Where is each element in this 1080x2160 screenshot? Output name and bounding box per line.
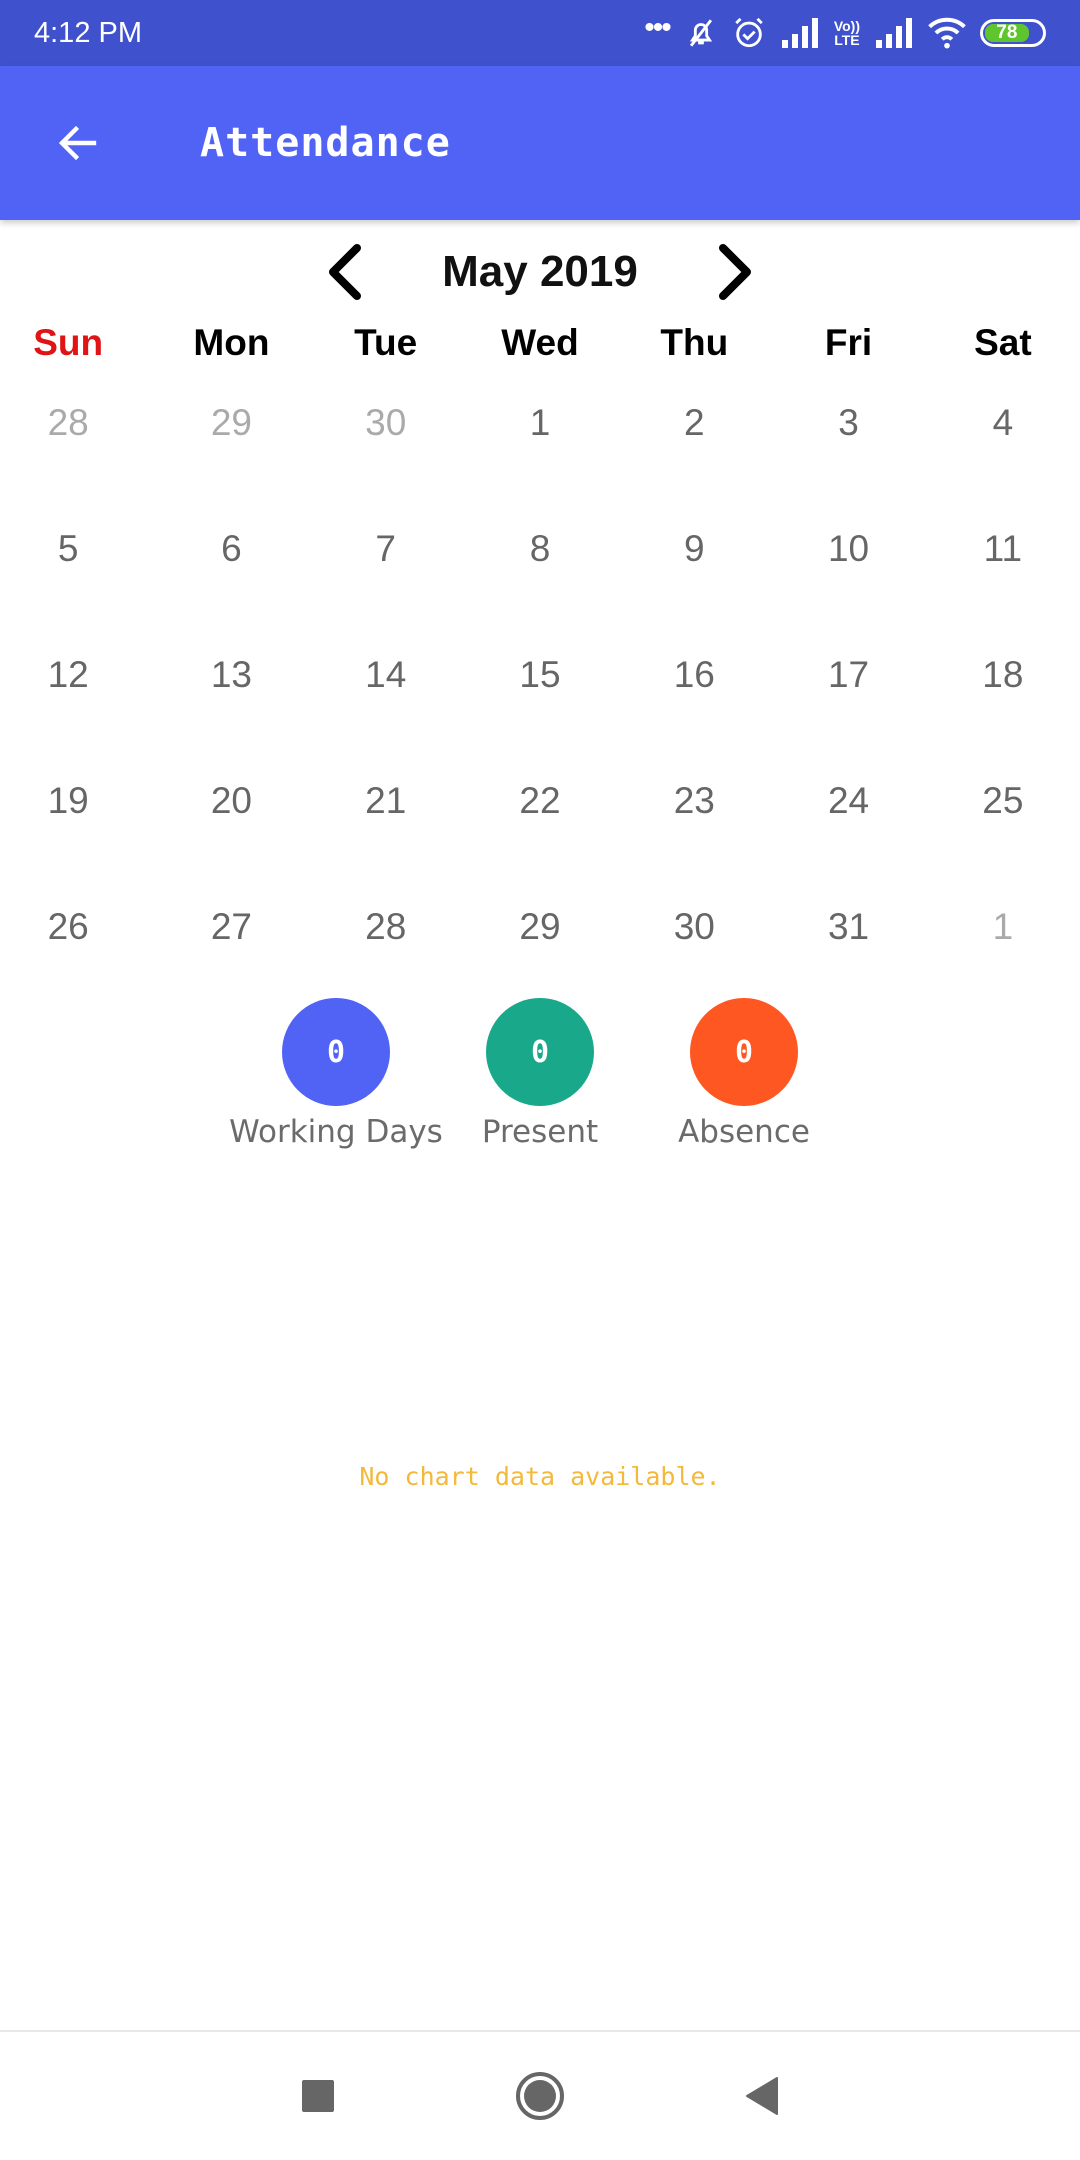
month-navigation: May 2019 [0,232,1080,312]
present-label: Present [481,1114,599,1150]
calendar-day[interactable]: 22 [463,738,617,864]
calendar-day[interactable]: 26 [0,864,154,990]
status-icons: ••• Vo)) LTE 78 [644,11,1046,50]
volte-icon: Vo)) LTE [833,18,860,48]
calendar-day[interactable]: 16 [617,612,771,738]
calendar-day[interactable]: 10 [771,486,925,612]
battery-level: 78 [985,22,1029,43]
back-button[interactable] [38,103,118,183]
calendar-day[interactable]: 19 [0,738,154,864]
calendar-day[interactable]: 20 [154,738,308,864]
wifi-icon [928,17,966,49]
home-circle-icon [516,2072,564,2120]
battery-icon: 78 [980,19,1046,47]
calendar-day[interactable]: 31 [771,864,925,990]
status-bar: 4:12 PM ••• Vo)) LTE 78 [0,0,1080,66]
working-days-count: 0 [282,998,390,1106]
chevron-left-icon [329,244,361,300]
absence-count: 0 [690,998,798,1106]
calendar-day[interactable]: 14 [309,612,463,738]
calendar-day[interactable]: 28 [309,864,463,990]
more-dots-icon: ••• [644,11,671,44]
calendar-day[interactable]: 24 [771,738,925,864]
calendar-day[interactable]: 25 [926,738,1080,864]
calendar-day[interactable]: 30 [617,864,771,990]
next-month-button[interactable] [700,237,770,307]
working-days-label: Working Days [229,1114,443,1150]
calendar-day[interactable]: 9 [617,486,771,612]
calendar-day[interactable]: 7 [309,486,463,612]
status-time: 4:12 PM [34,16,142,49]
calendar-day[interactable]: 15 [463,612,617,738]
present-count: 0 [486,998,594,1106]
back-nav-button[interactable] [726,2060,798,2132]
recents-square-icon [302,2080,334,2112]
attendance-summary: 0 Working Days 0 Present 0 Absence [0,998,1080,1150]
calendar-day[interactable]: 23 [617,738,771,864]
back-triangle-icon [746,2077,778,2115]
chevron-right-icon [719,244,751,300]
calendar-day[interactable]: 5 [0,486,154,612]
stat-absence: 0 Absence [642,998,846,1150]
calendar-day-outside-month[interactable]: 30 [309,360,463,486]
calendar-day[interactable]: 2 [617,360,771,486]
chart-empty-message: No chart data available. [359,1462,721,1491]
prev-month-button[interactable] [310,237,380,307]
calendar-day[interactable]: 17 [771,612,925,738]
mute-bell-icon [689,19,712,47]
calendar-day[interactable]: 8 [463,486,617,612]
home-button[interactable] [504,2060,576,2132]
calendar-day[interactable]: 1 [463,360,617,486]
arrow-left-icon [58,125,97,161]
stat-present: 0 Present [438,998,642,1150]
page-title: Attendance [200,120,451,166]
stat-working-days: 0 Working Days [229,998,443,1150]
calendar-day[interactable]: 3 [771,360,925,486]
calendar-day[interactable]: 27 [154,864,308,990]
month-label: May 2019 [442,247,638,296]
calendar-day[interactable]: 6 [154,486,308,612]
app-bar: Attendance [0,66,1080,220]
calendar-day[interactable]: 12 [0,612,154,738]
calendar-day[interactable]: 18 [926,612,1080,738]
signal-icon [876,18,912,48]
calendar-day-outside-month[interactable]: 29 [154,360,308,486]
calendar-day-outside-month[interactable]: 28 [0,360,154,486]
calendar-day[interactable]: 4 [926,360,1080,486]
recents-button[interactable] [282,2060,354,2132]
alarm-icon [735,17,763,48]
system-nav-bar [0,2030,1080,2160]
calendar-day[interactable]: 13 [154,612,308,738]
calendar-day[interactable]: 11 [926,486,1080,612]
absence-label: Absence [678,1114,810,1150]
calendar-grid: 28 29 30 1 2 3 4 5 6 7 8 9 10 11 12 13 14 15 16 17 18 19 20 21 2… [0,360,1080,990]
calendar-day-outside-month[interactable]: 1 [926,864,1080,990]
calendar-day[interactable]: 21 [309,738,463,864]
calendar-day[interactable]: 29 [463,864,617,990]
signal-icon [781,18,818,48]
